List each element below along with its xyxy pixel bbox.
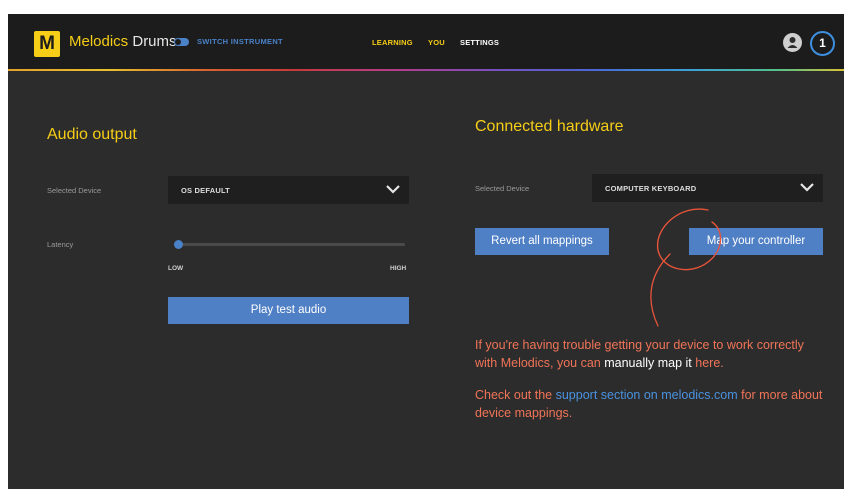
latency-label: Latency (47, 240, 74, 249)
level-badge-icon[interactable]: 1 (810, 31, 835, 56)
chevron-down-icon (800, 183, 814, 192)
brand-title: Melodics Drums (69, 33, 177, 50)
audio-device-value: OS DEFAULT (181, 186, 230, 195)
hardware-device-value: COMPUTER KEYBOARD (605, 184, 697, 193)
revert-all-mappings-button[interactable]: Revert all mappings (475, 228, 609, 255)
brand-product: Drums (132, 33, 177, 50)
latency-high-label: HIGH (390, 265, 407, 272)
latency-slider-track[interactable] (178, 243, 405, 246)
play-test-audio-button[interactable]: Play test audio (168, 297, 409, 324)
app-window: M Melodics Drums SWITCH INSTRUMENT LEARN… (8, 14, 844, 489)
support-section-link[interactable]: support section on melodics.com (556, 388, 738, 402)
user-avatar-icon[interactable] (783, 33, 802, 52)
top-bar: M Melodics Drums SWITCH INSTRUMENT LEARN… (8, 14, 844, 69)
toggle-switch-icon (174, 37, 189, 46)
latency-low-label: LOW (168, 265, 184, 272)
support-help-text: Check out the support section on melodic… (475, 386, 825, 422)
switch-instrument-button[interactable]: SWITCH INSTRUMENT (174, 37, 283, 46)
manually-map-text: manually map it (604, 356, 692, 370)
chevron-down-icon (386, 185, 400, 194)
audio-output-title: Audio output (47, 126, 137, 143)
brand-name: Melodics (69, 33, 129, 50)
connected-hardware-title: Connected hardware (475, 118, 624, 135)
audio-device-dropdown[interactable]: OS DEFAULT (168, 176, 409, 204)
manual-map-here-link[interactable]: here. (695, 356, 724, 370)
hardware-selected-device-label: Selected Device (475, 184, 530, 193)
latency-slider-handle[interactable] (173, 240, 183, 249)
nav-learning[interactable]: LEARNING (372, 38, 413, 47)
switch-instrument-label: SWITCH INSTRUMENT (197, 37, 283, 46)
hardware-device-dropdown[interactable]: COMPUTER KEYBOARD (592, 174, 823, 202)
manual-mapping-help-text: If you're having trouble getting your de… (475, 336, 825, 372)
support-text-prefix: Check out the (475, 388, 556, 402)
melodics-logo: M (34, 31, 60, 57)
nav-settings[interactable]: SETTINGS (460, 38, 499, 47)
rainbow-divider (8, 69, 844, 71)
nav-you[interactable]: YOU (428, 38, 445, 47)
audio-selected-device-label: Selected Device (47, 186, 102, 195)
map-your-controller-button[interactable]: Map your controller (689, 228, 823, 255)
